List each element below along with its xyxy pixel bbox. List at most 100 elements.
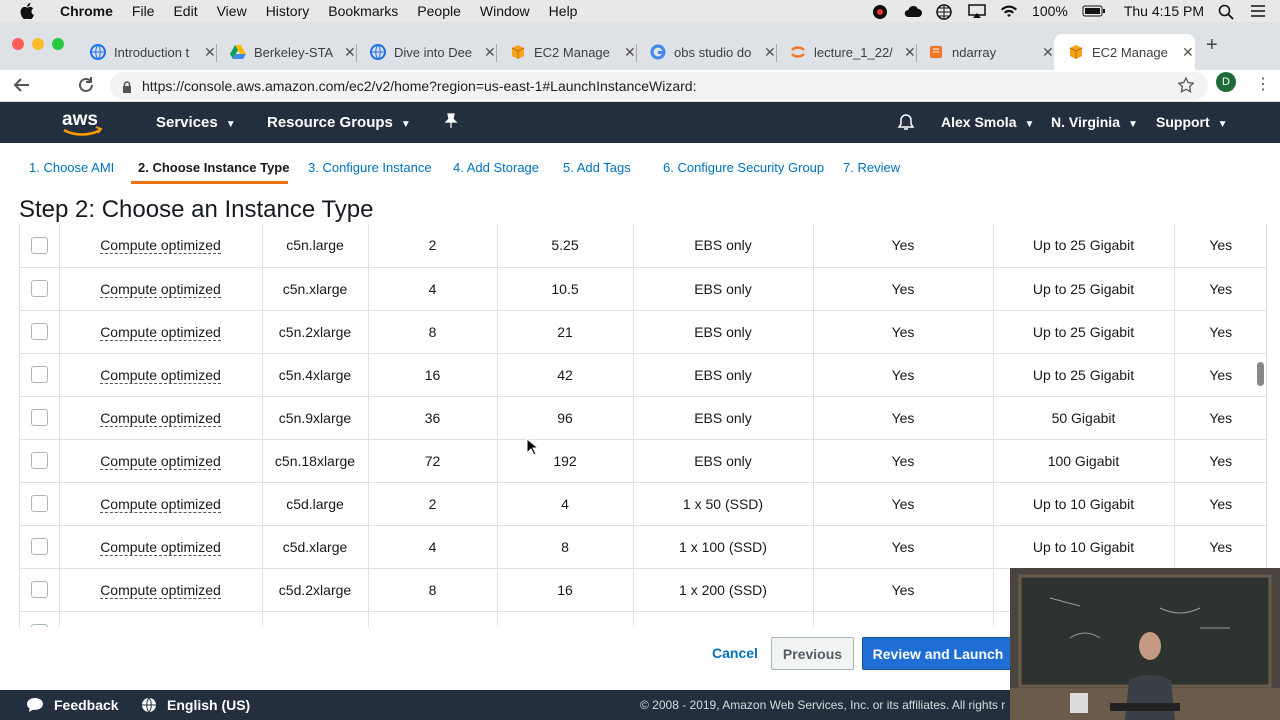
account-menu[interactable]: Alex Smola ▼ [941, 114, 1034, 130]
url-text[interactable]: https://console.aws.amazon.com/ec2/v2/ho… [142, 78, 696, 94]
menu-people[interactable]: People [417, 3, 461, 19]
step-add-tags[interactable]: 5. Add Tags [563, 160, 631, 175]
instance-family[interactable]: Compute optimized [100, 495, 221, 513]
notifications-bell-icon[interactable] [897, 113, 915, 135]
row-checkbox[interactable] [30, 581, 48, 599]
table-scrollbar[interactable] [1257, 362, 1264, 386]
menu-window[interactable]: Window [480, 3, 530, 19]
wifi-icon[interactable] [1000, 4, 1018, 18]
step-add-storage[interactable]: 4. Add Storage [453, 160, 539, 175]
region-menu[interactable]: N. Virginia ▼ [1051, 114, 1138, 130]
step-choose-ami[interactable]: 1. Choose AMI [29, 160, 114, 175]
review-and-launch-button[interactable]: Review and Launch [862, 637, 1014, 670]
tab-close-icon[interactable]: ✕ [624, 44, 636, 61]
table-row[interactable]: Compute optimized c5d.xlarge 4 8 1 x 100 (SS… [20, 525, 1266, 569]
new-tab-button[interactable]: + [1206, 34, 1218, 57]
menu-bookmarks[interactable]: Bookmarks [328, 3, 398, 19]
browser-tab[interactable]: ndarray ✕ [914, 34, 1055, 70]
instance-type: c5d.2xlarge [262, 568, 369, 612]
row-checkbox[interactable] [30, 452, 48, 470]
feedback-link[interactable]: Feedback [26, 697, 119, 713]
menu-app-name[interactable]: Chrome [60, 3, 113, 19]
instance-family[interactable]: Compute optimized [100, 237, 221, 255]
browser-tab[interactable]: EC2 Manage ✕ [496, 34, 637, 70]
resource-groups-menu[interactable]: Resource Groups ▼ [267, 114, 411, 131]
menu-edit[interactable]: Edit [173, 3, 197, 19]
back-arrow-icon[interactable] [13, 76, 31, 99]
cloud-upload-icon[interactable] [904, 4, 923, 18]
apple-icon[interactable] [20, 3, 38, 19]
services-menu[interactable]: Services ▼ [156, 114, 236, 131]
table-row[interactable]: Compute optimized c5n.large 2 5.25 EBS only Y… [20, 224, 1266, 268]
lock-icon[interactable] [122, 80, 132, 93]
row-checkbox[interactable] [30, 366, 48, 384]
row-checkbox[interactable] [30, 624, 48, 627]
instance-family[interactable]: Compute optimized [100, 581, 221, 599]
instance-family[interactable]: Compute optimized [100, 538, 221, 556]
browser-tab[interactable]: obs studio do ✕ [636, 34, 777, 70]
instance-family[interactable]: Compute optimized [100, 280, 221, 298]
instance-family[interactable]: Compute optimized [100, 452, 221, 470]
address-bar[interactable]: https://console.aws.amazon.com/ec2/v2/ho… [110, 72, 1208, 100]
language-selector[interactable]: English (US) [141, 697, 250, 713]
globe-menu-icon[interactable] [936, 4, 954, 20]
tab-close-icon[interactable]: ✕ [1182, 44, 1194, 61]
cancel-button[interactable]: Cancel [712, 645, 758, 661]
table-row[interactable]: Compute optimized c5n.4xlarge 16 42 EBS only… [20, 353, 1266, 397]
airplay-icon[interactable] [968, 4, 986, 18]
instance-family[interactable]: Compute optimized [100, 624, 221, 627]
browser-tab-active[interactable]: EC2 Manage ✕ [1054, 34, 1195, 70]
menu-view[interactable]: View [217, 3, 247, 19]
notification-center-icon[interactable] [1250, 4, 1268, 18]
menu-file[interactable]: File [132, 3, 155, 19]
table-row[interactable]: Compute optimized c5n.9xlarge 36 96 EBS only… [20, 396, 1266, 440]
pin-icon[interactable] [444, 113, 458, 133]
previous-button[interactable]: Previous [771, 637, 854, 670]
tab-close-icon[interactable]: ✕ [344, 44, 356, 61]
menu-history[interactable]: History [266, 3, 310, 19]
instance-ebs-optimized: Yes [813, 482, 994, 526]
window-close-button[interactable] [12, 38, 24, 50]
browser-tab[interactable]: lecture_1_22/ ✕ [776, 34, 917, 70]
instance-family[interactable]: Compute optimized [100, 409, 221, 427]
tab-close-icon[interactable]: ✕ [764, 44, 776, 61]
spotlight-search-icon[interactable] [1218, 4, 1236, 20]
support-menu[interactable]: Support ▼ [1156, 114, 1228, 130]
profile-avatar[interactable]: D [1216, 72, 1236, 92]
step-choose-instance-type[interactable]: 2. Choose Instance Type [138, 160, 289, 175]
instance-memory: 192 [497, 439, 634, 483]
row-checkbox[interactable] [30, 409, 48, 427]
browser-menu-icon[interactable]: ⋮ [1255, 74, 1271, 94]
screen-recorder-icon[interactable] [872, 4, 890, 19]
table-row[interactable]: Compute optimized c5n.2xlarge 8 21 EBS only Y… [20, 310, 1266, 354]
window-maximize-button[interactable] [52, 38, 64, 50]
tab-close-icon[interactable]: ✕ [484, 44, 496, 61]
step-configure-instance[interactable]: 3. Configure Instance [308, 160, 432, 175]
bookmark-star-icon[interactable] [1177, 76, 1195, 96]
step-review[interactable]: 7. Review [843, 160, 900, 175]
row-checkbox[interactable] [30, 538, 48, 556]
browser-tab[interactable]: Dive into Dee ✕ [356, 34, 497, 70]
instance-family[interactable]: Compute optimized [100, 366, 221, 384]
window-minimize-button[interactable] [32, 38, 44, 50]
row-checkbox[interactable] [30, 280, 48, 298]
row-checkbox[interactable] [30, 323, 48, 341]
battery-icon[interactable] [1082, 4, 1105, 18]
instance-type-table[interactable]: Compute optimized c5n.large 2 5.25 EBS only Y… [19, 224, 1267, 627]
battery-percent: 100% [1032, 3, 1068, 19]
row-checkbox[interactable] [30, 237, 48, 255]
menu-clock[interactable]: Thu 4:15 PM [1124, 3, 1204, 19]
browser-tab[interactable]: Berkeley-STA ✕ [216, 34, 357, 70]
tab-close-icon[interactable]: ✕ [1042, 44, 1054, 61]
aws-logo[interactable]: aws [60, 108, 104, 138]
reload-icon[interactable] [77, 76, 95, 99]
tab-close-icon[interactable]: ✕ [204, 44, 216, 61]
menu-help[interactable]: Help [549, 3, 578, 19]
step-configure-security-group[interactable]: 6. Configure Security Group [663, 160, 824, 175]
table-row[interactable]: Compute optimized c5n.xlarge 4 10.5 EBS only… [20, 267, 1266, 311]
instance-family[interactable]: Compute optimized [100, 323, 221, 341]
table-row[interactable]: Compute optimized c5d.large 2 4 1 x 50 (SSD)… [20, 482, 1266, 526]
browser-tab[interactable]: Introduction t ✕ [76, 34, 217, 70]
row-checkbox[interactable] [30, 495, 48, 513]
table-row[interactable]: Compute optimized c5n.18xlarge 72 192 EBS on… [20, 439, 1266, 483]
